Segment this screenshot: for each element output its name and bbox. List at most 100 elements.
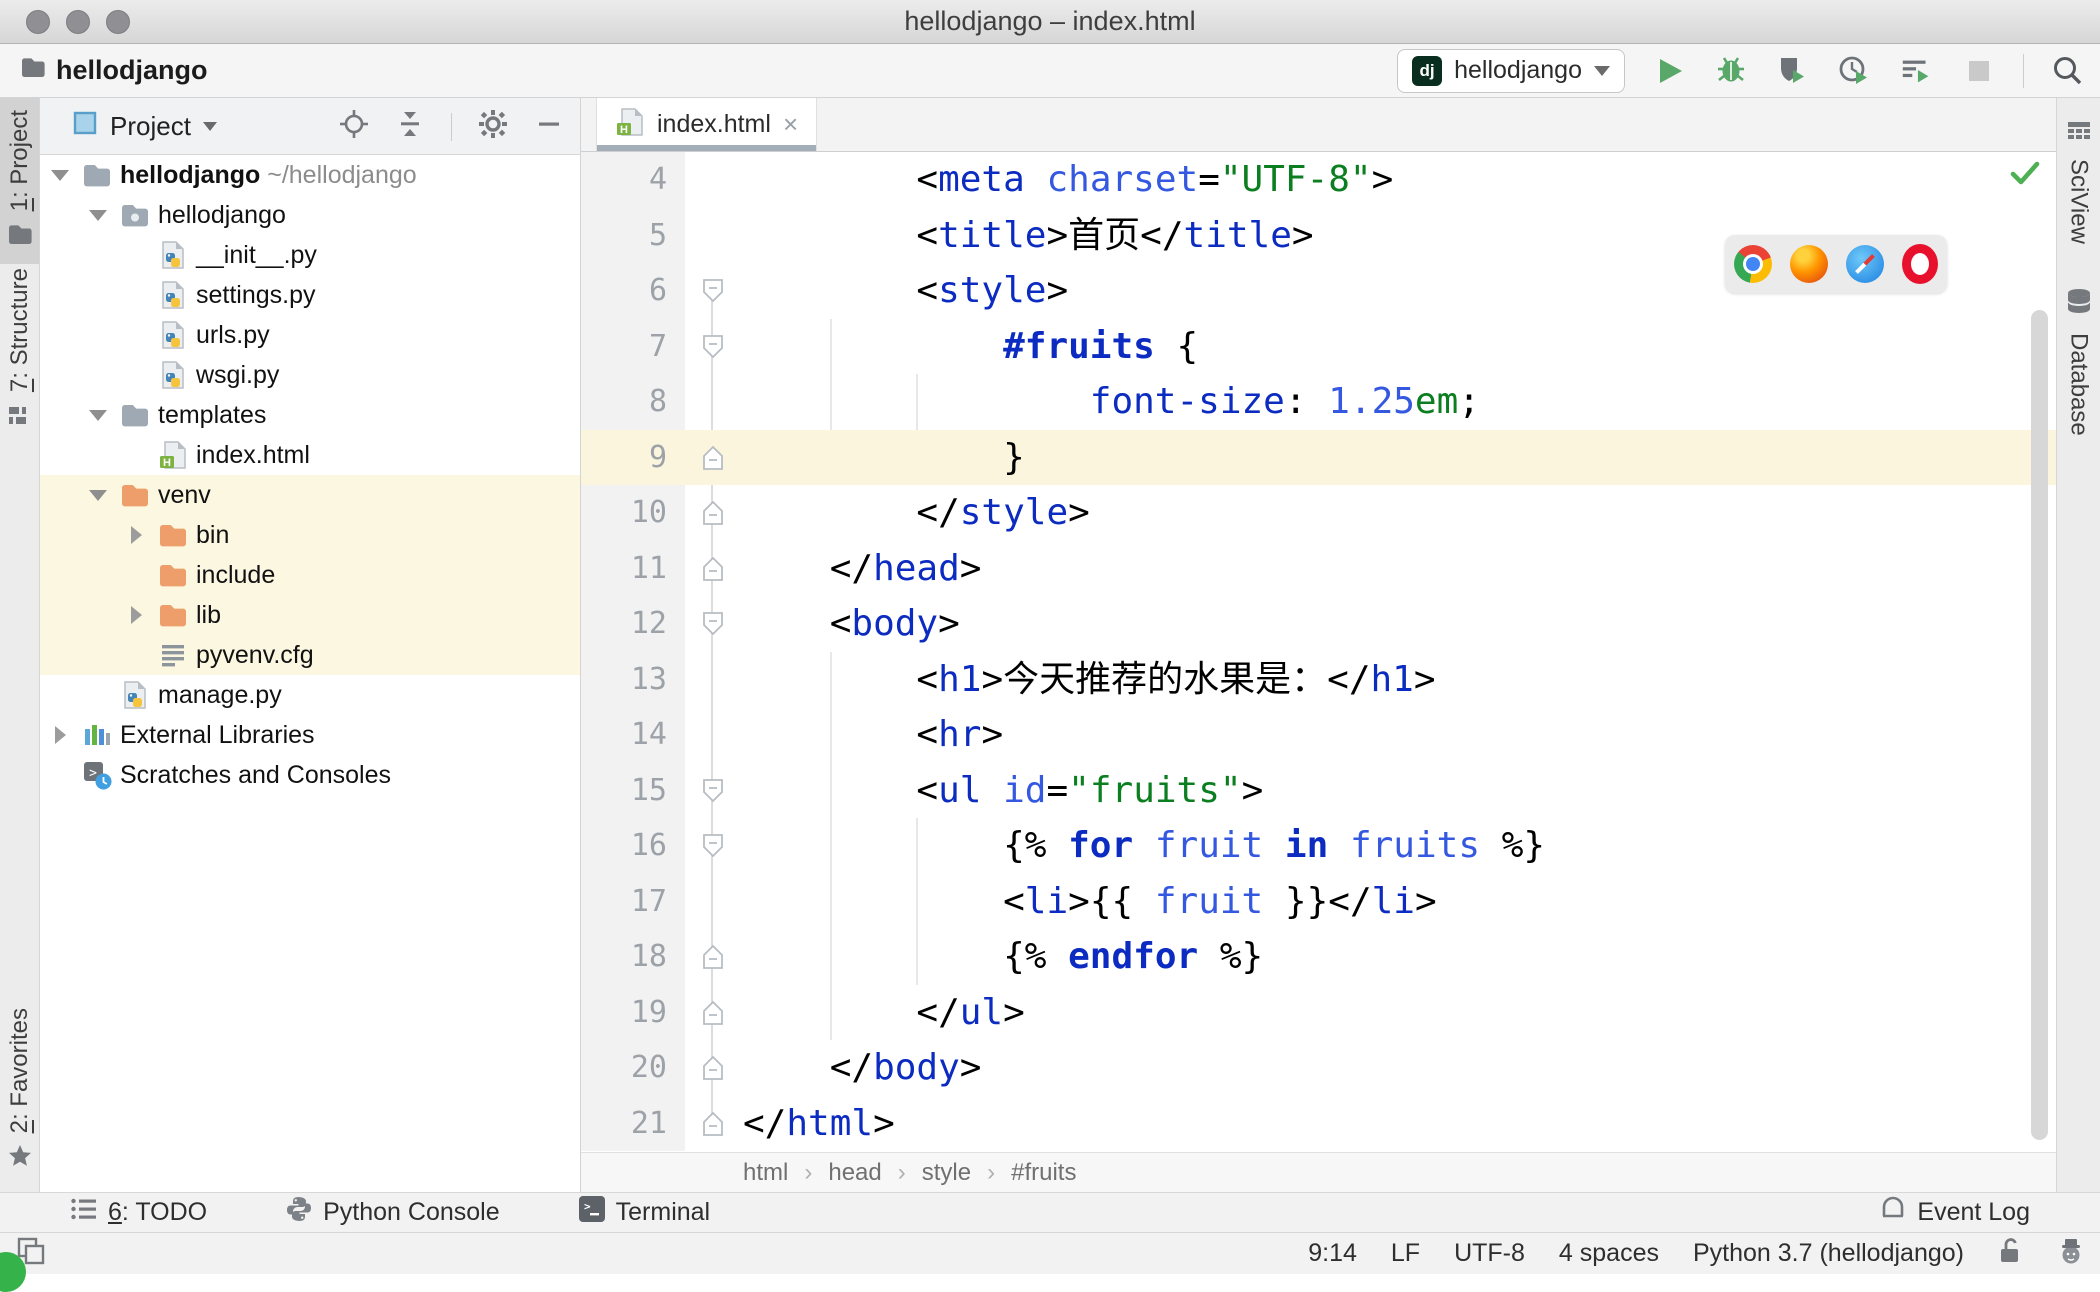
tree-item-pyvenv-cfg[interactable]: pyvenv.cfg	[40, 635, 580, 675]
status-python-interpreter[interactable]: Python 3.7 (hellodjango)	[1693, 1239, 1964, 1268]
tree-item-__init__-py[interactable]: __init__.py	[40, 235, 580, 275]
code-text: #fruits {	[1003, 325, 1199, 367]
gutter-fold-column	[685, 929, 743, 985]
unlocked-icon[interactable]	[1998, 1236, 2024, 1271]
chevron-right-icon[interactable]	[48, 723, 72, 747]
stop-button[interactable]	[1961, 53, 1997, 89]
code-line-11[interactable]: 11 </head>	[581, 540, 2056, 597]
close-window-button[interactable]	[26, 10, 50, 34]
safari-browser-icon[interactable]	[1846, 245, 1884, 283]
event-log-icon	[1879, 1194, 1907, 1231]
chevron-down-icon	[1594, 65, 1610, 76]
editor-scrollbar[interactable]	[2031, 310, 2048, 1140]
header-separator	[451, 112, 452, 141]
code-line-13[interactable]: 13 <h1>今天推荐的水果是：</h1>	[581, 651, 2056, 707]
stripe-tab-7-structure[interactable]: 7: Structure	[0, 256, 39, 445]
tree-item-hellodjango[interactable]: hellodjango ~/hellodjango	[40, 155, 580, 195]
code-line-4[interactable]: 4 <meta charset="UTF-8">	[581, 152, 2056, 208]
tree-item-wsgi-py[interactable]: wsgi.py	[40, 355, 580, 395]
chevron-right-icon[interactable]	[124, 523, 148, 547]
status-caret-position[interactable]: 9:14	[1308, 1239, 1357, 1268]
chevron-down-icon[interactable]	[86, 483, 110, 507]
titlebar: hellodjango – index.html	[0, 0, 2100, 44]
run-button[interactable]	[1651, 53, 1687, 89]
code-line-21[interactable]: 21 </html>	[581, 1095, 2056, 1151]
chevron-down-icon[interactable]	[48, 163, 72, 187]
project-view-select[interactable]: Project	[72, 110, 217, 143]
tree-item-bin[interactable]: bin	[40, 515, 580, 555]
status-line-separator[interactable]: LF	[1391, 1239, 1420, 1268]
tree-item-include[interactable]: include	[40, 555, 580, 595]
code-line-16[interactable]: 16 {% for fruit in fruits %}	[581, 818, 2056, 874]
svg-text:>: >	[584, 1200, 591, 1213]
collapse-all-button[interactable]	[395, 109, 425, 144]
settings-gear-icon[interactable]	[478, 109, 508, 144]
stripe-tab-2-favorites[interactable]: 2: Favorites	[0, 996, 39, 1186]
tree-item-index-html[interactable]: Hindex.html	[40, 435, 580, 475]
gutter-fold-column	[685, 541, 743, 597]
code-line-9[interactable]: 9 }	[581, 429, 2056, 485]
profile-button[interactable]	[1837, 53, 1873, 89]
right-toolwindow-stripe: SciView Database	[2056, 98, 2100, 1192]
gutter-fold-column	[685, 707, 743, 763]
run-with-coverage-button[interactable]	[1775, 53, 1811, 89]
stripe-tab-database[interactable]: Database	[2057, 276, 2100, 448]
toolwindow-button-python-console[interactable]: Python Console	[285, 1195, 500, 1230]
tree-item-manage-py[interactable]: manage.py	[40, 675, 580, 715]
code-line-12[interactable]: 12 <body>	[581, 596, 2056, 652]
tree-item-settings-py[interactable]: settings.py	[40, 275, 580, 315]
code-line-18[interactable]: 18 {% endfor %}	[581, 929, 2056, 985]
run-configuration-select[interactable]: dj hellodjango	[1397, 48, 1625, 93]
minimize-window-button[interactable]	[66, 10, 90, 34]
tree-item-scratches-and-consoles[interactable]: > Scratches and Consoles	[40, 755, 580, 795]
code-line-8[interactable]: 8 font-size: 1.25em;	[581, 374, 2056, 430]
inspection-ok-icon[interactable]	[2010, 160, 2040, 191]
tab-index-html[interactable]: H index.html ×	[596, 98, 818, 151]
project-name-label: hellodjango	[20, 54, 208, 87]
tree-item-lib[interactable]: lib	[40, 595, 580, 635]
code-line-7[interactable]: 7 #fruits {	[581, 318, 2056, 374]
tree-item-external-libraries[interactable]: External Libraries	[40, 715, 580, 755]
gutter-fold-column	[685, 763, 743, 819]
hide-panel-button[interactable]	[534, 109, 564, 144]
stripe-tab-1-project[interactable]: 1: Project	[0, 98, 39, 265]
code-line-20[interactable]: 20 </body>	[581, 1040, 2056, 1096]
firefox-browser-icon[interactable]	[1790, 245, 1828, 283]
code-line-17[interactable]: 17 <li>{{ fruit }}</li>	[581, 873, 2056, 929]
hector-icon[interactable]	[2058, 1236, 2084, 1271]
search-everywhere-button[interactable]	[2050, 53, 2086, 89]
tree-item-urls-py[interactable]: urls.py	[40, 315, 580, 355]
stripe-tab-sciview[interactable]: SciView	[2057, 106, 2100, 256]
chevron-down-icon[interactable]	[86, 203, 110, 227]
status-file-encoding[interactable]: UTF-8	[1454, 1239, 1525, 1268]
line-number: 4	[581, 152, 685, 208]
toolwindow-button-event-log[interactable]: Event Log	[1879, 1194, 2030, 1231]
close-tab-icon[interactable]: ×	[783, 109, 798, 140]
select-opened-file-button[interactable]	[339, 109, 369, 144]
code-line-15[interactable]: 15 <ul id="fruits">	[581, 762, 2056, 819]
svg-text:H: H	[620, 124, 628, 136]
code-text: font-size: 1.25em;	[1089, 381, 1480, 422]
breadcrumb-item-head[interactable]: head	[828, 1159, 881, 1187]
toolwindow-button-6-todo[interactable]: 6: TODO	[70, 1196, 207, 1229]
todo-icon	[70, 1196, 98, 1229]
tree-item-templates[interactable]: templates	[40, 395, 580, 435]
status-indent-style[interactable]: 4 spaces	[1559, 1239, 1659, 1268]
tree-item-venv[interactable]: venv	[40, 475, 580, 515]
code-line-19[interactable]: 19 </ul>	[581, 984, 2056, 1040]
opera-browser-icon[interactable]	[1902, 244, 1938, 284]
code-editor[interactable]: 4 <meta charset="UTF-8"> 5 <title>首页</tit…	[581, 152, 2056, 1152]
zoom-window-button[interactable]	[106, 10, 130, 34]
concurrency-diagram-button[interactable]	[1899, 53, 1935, 89]
chevron-right-icon[interactable]	[124, 603, 148, 627]
chrome-browser-icon[interactable]	[1734, 245, 1772, 283]
breadcrumb-item-style[interactable]: style	[922, 1159, 971, 1187]
debug-button[interactable]	[1713, 53, 1749, 89]
chevron-down-icon[interactable]	[86, 403, 110, 427]
breadcrumb-item-fruits[interactable]: #fruits	[1011, 1159, 1076, 1187]
code-line-14[interactable]: 14 <hr>	[581, 707, 2056, 763]
tree-item-hellodjango[interactable]: hellodjango	[40, 195, 580, 235]
toolwindow-button-terminal[interactable]: > Terminal	[578, 1195, 710, 1230]
breadcrumb-item-html[interactable]: html	[743, 1159, 788, 1187]
code-line-10[interactable]: 10 </style>	[581, 485, 2056, 541]
